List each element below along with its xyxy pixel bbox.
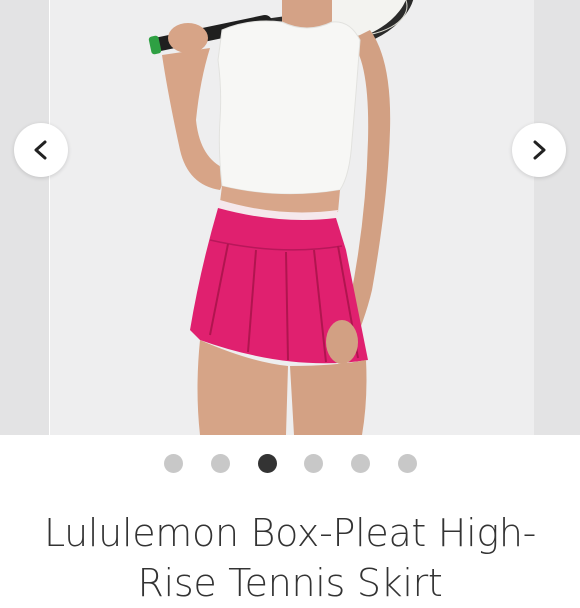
pagination-dot[interactable] bbox=[211, 454, 230, 473]
chevron-right-icon bbox=[533, 140, 546, 160]
product-image-gallery[interactable] bbox=[0, 0, 580, 435]
pagination-dot[interactable] bbox=[351, 454, 370, 473]
next-image-button[interactable] bbox=[512, 123, 566, 177]
product-title: Lululemon Box-Pleat High-Rise Tennis Ski… bbox=[43, 511, 537, 605]
pagination-dot[interactable] bbox=[304, 454, 323, 473]
model-illustration bbox=[148, 0, 415, 435]
pagination-dot[interactable] bbox=[164, 454, 183, 473]
product-photo bbox=[50, 0, 534, 435]
next-image-peek bbox=[533, 0, 580, 435]
previous-image-peek bbox=[0, 0, 50, 435]
pagination-dot-active[interactable] bbox=[258, 454, 277, 473]
gallery-pagination bbox=[0, 454, 580, 474]
chevron-left-icon bbox=[34, 140, 47, 160]
pagination-dot[interactable] bbox=[398, 454, 417, 473]
previous-image-button[interactable] bbox=[14, 123, 68, 177]
